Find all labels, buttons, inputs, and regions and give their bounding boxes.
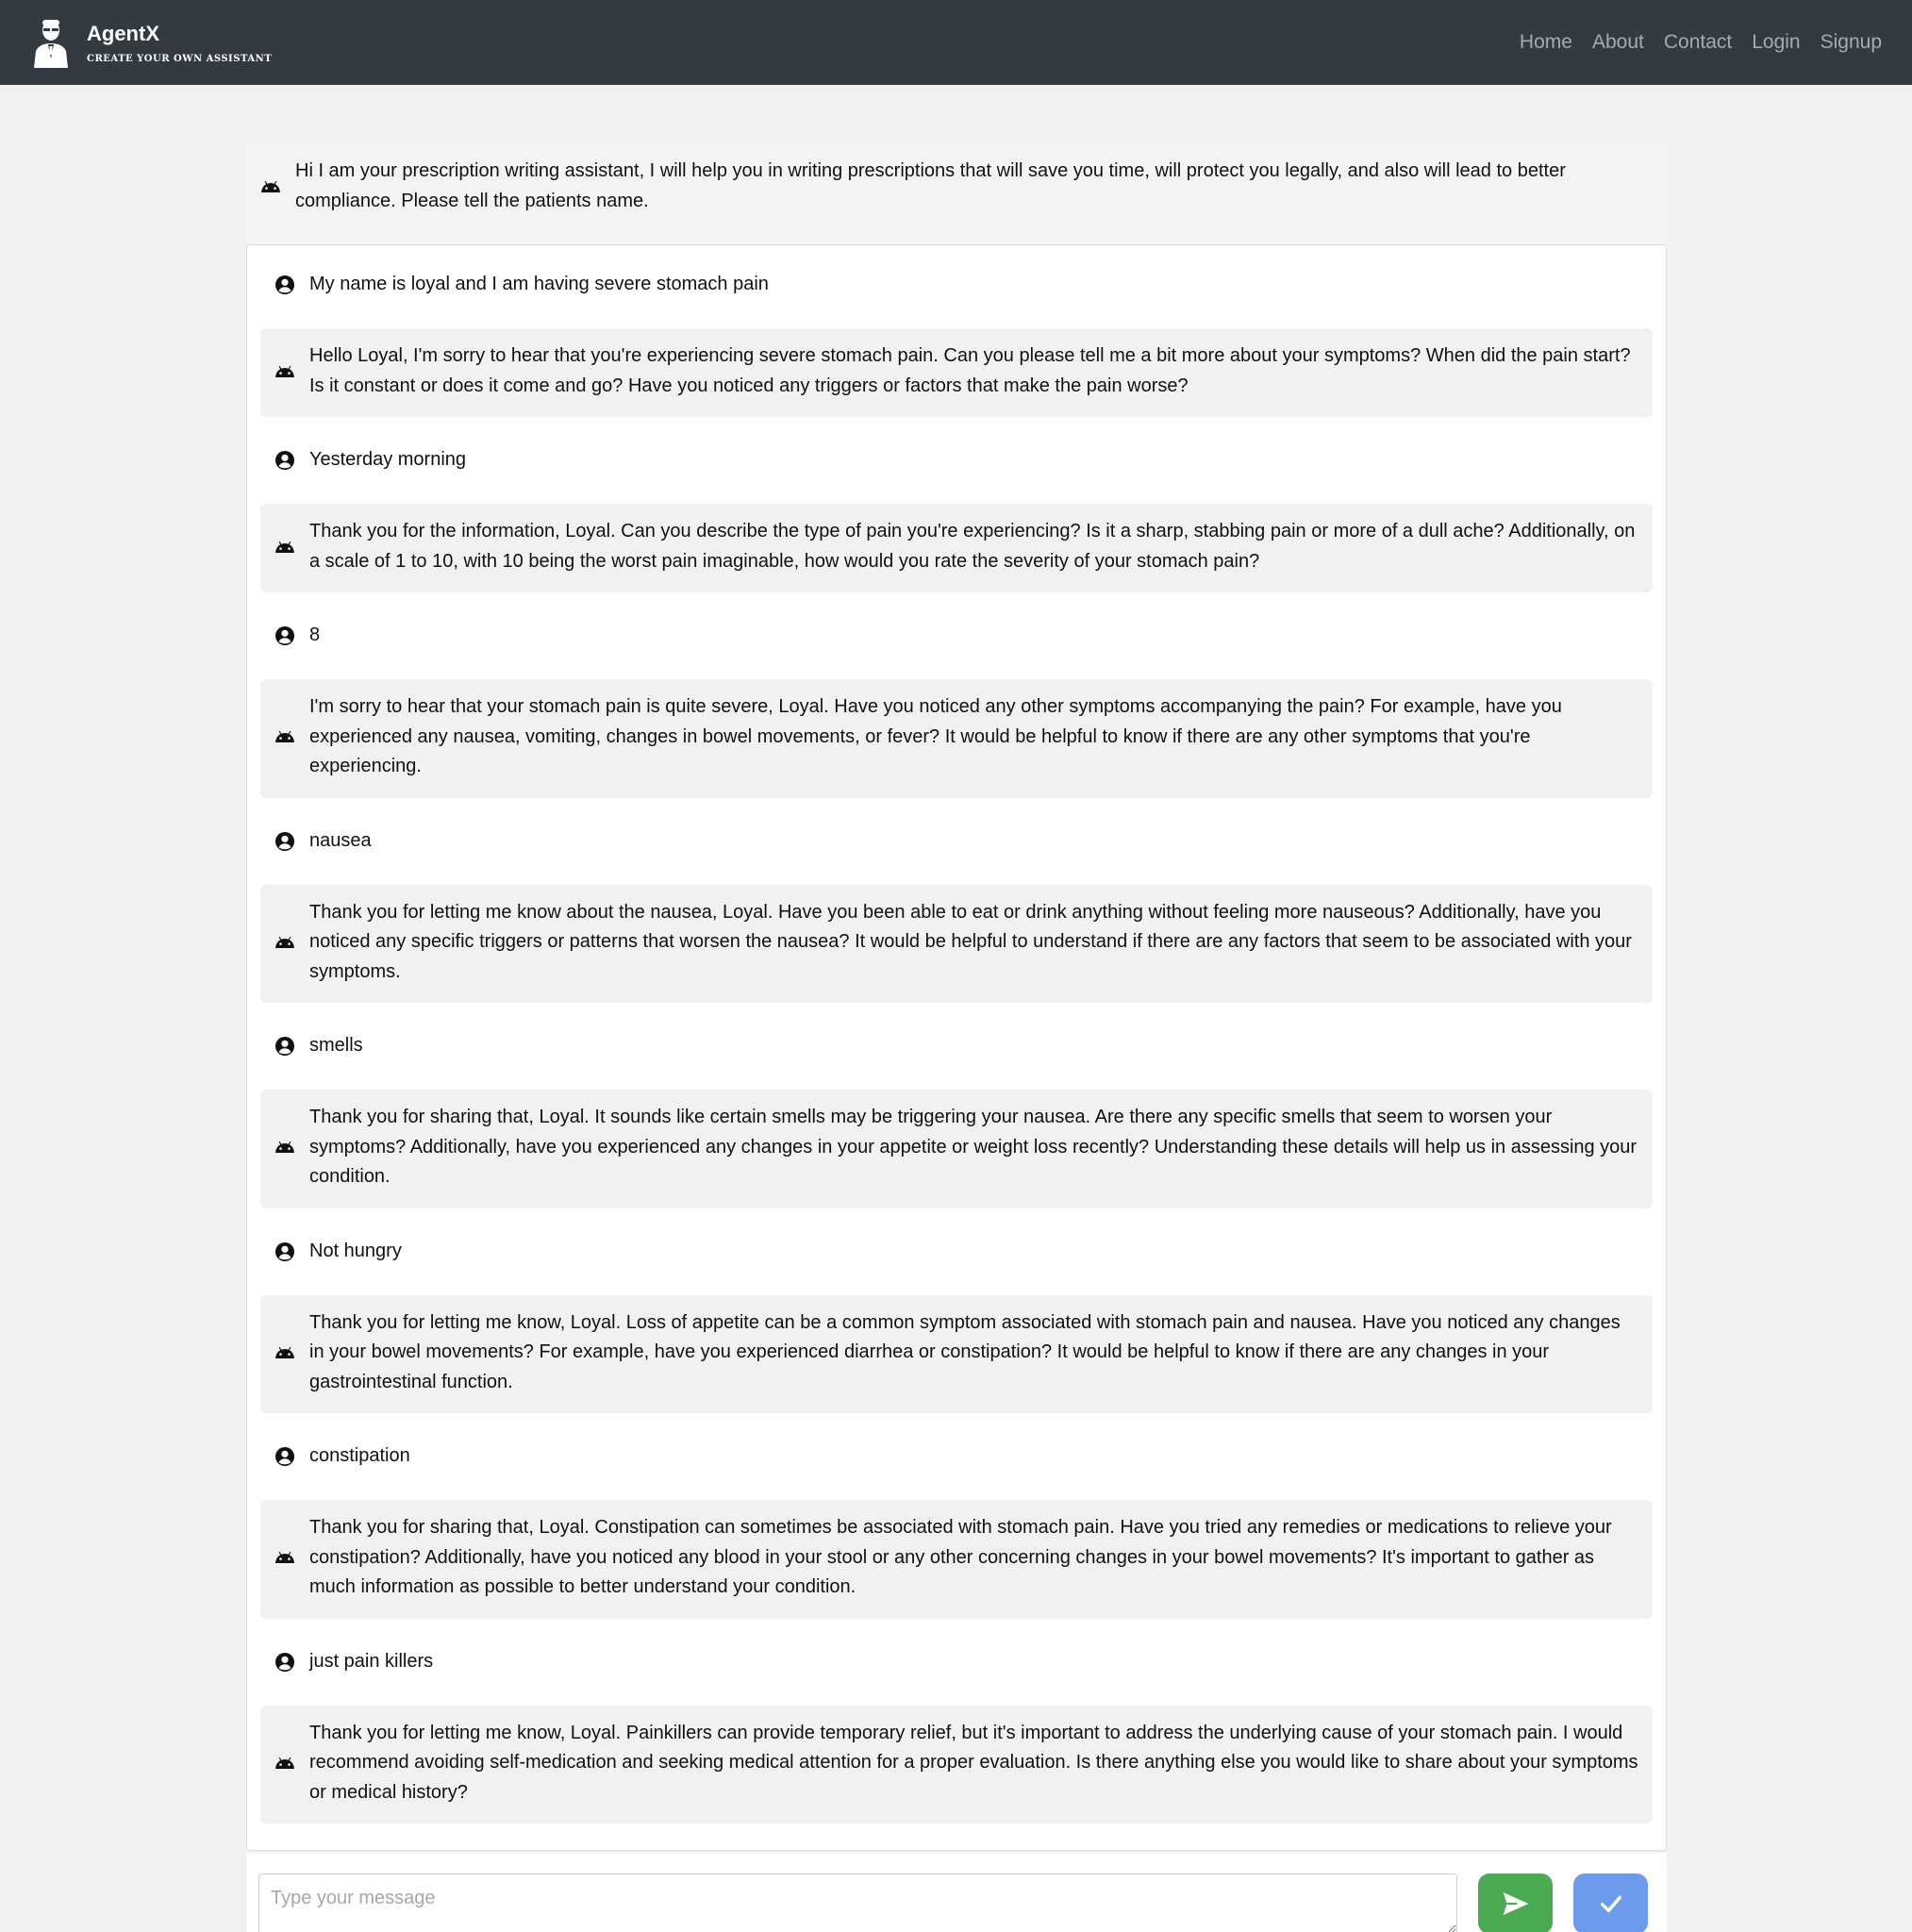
bot-message: I'm sorry to hear that your stomach pain…: [260, 679, 1653, 798]
user-circle-icon: [274, 1241, 296, 1263]
android-icon: [274, 725, 296, 748]
bot-message: Thank you for sharing that, Loyal. Const…: [260, 1500, 1653, 1619]
bot-message: Thank you for the information, Loyal. Ca…: [260, 504, 1653, 592]
message-text: Thank you for letting me know about the …: [309, 901, 1632, 982]
user-message: Not hungry: [260, 1225, 1653, 1278]
message-text: Thank you for sharing that, Loyal. It so…: [309, 1107, 1638, 1187]
message-text: just pain killers: [309, 1650, 434, 1672]
message-text: 8: [309, 625, 321, 646]
user-circle-icon: [274, 1035, 296, 1058]
bot-message: Thank you for letting me know, Loyal. Lo…: [260, 1294, 1653, 1413]
send-button[interactable]: [1478, 1874, 1553, 1932]
android-icon: [274, 360, 296, 383]
check-icon: [1600, 1895, 1621, 1913]
message-text: Thank you for sharing that, Loyal. Const…: [309, 1517, 1612, 1597]
intro-text: Hi I am your prescription writing assist…: [295, 160, 1566, 211]
user-circle-icon: [274, 449, 296, 472]
message-text: My name is loyal and I am having severe …: [309, 274, 769, 295]
user-message: smells: [260, 1020, 1653, 1073]
composer: [246, 1853, 1667, 1932]
message-text: nausea: [309, 829, 372, 851]
user-message: Yesterday morning: [260, 434, 1653, 487]
bot-message: Hello Loyal, I'm sorry to hear that you'…: [260, 328, 1653, 417]
android-icon: [274, 1341, 296, 1364]
user-circle-icon: [274, 1445, 296, 1468]
nav-link-signup[interactable]: Signup: [1821, 31, 1882, 54]
nav-links: Home About Contact Login Signup: [1520, 31, 1882, 54]
user-circle-icon: [274, 274, 296, 296]
bot-message: Thank you for letting me know about the …: [260, 884, 1653, 1003]
nav-link-contact[interactable]: Contact: [1664, 31, 1732, 54]
user-circle-icon: [274, 1651, 296, 1674]
android-icon: [274, 931, 296, 954]
user-message: nausea: [260, 815, 1653, 868]
intro-message: Hi I am your prescription writing assist…: [246, 138, 1667, 244]
android-icon: [274, 1752, 296, 1774]
message-text: Thank you for letting me know, Loyal. Pa…: [309, 1722, 1638, 1803]
user-message: just pain killers: [260, 1636, 1653, 1689]
navbar: AgentX CREATE YOUR OWN ASSISTANT Home Ab…: [0, 0, 1912, 85]
android-icon: [274, 1136, 296, 1158]
user-circle-icon: [274, 830, 296, 853]
chat-container: Hi I am your prescription writing assist…: [246, 138, 1667, 1932]
message-text: Thank you for the information, Loyal. Ca…: [309, 521, 1636, 572]
confirm-button[interactable]: [1573, 1874, 1648, 1932]
send-icon: [1503, 1892, 1528, 1915]
message-list[interactable]: My name is loyal and I am having severe …: [246, 244, 1667, 1851]
brand-name: AgentX: [87, 21, 159, 45]
nav-link-login[interactable]: Login: [1752, 31, 1800, 54]
android-icon: [274, 536, 296, 558]
message-text: constipation: [309, 1445, 410, 1467]
brand[interactable]: AgentX CREATE YOUR OWN ASSISTANT: [32, 17, 272, 68]
user-message: My name is loyal and I am having severe …: [260, 258, 1653, 311]
user-message: 8: [260, 609, 1653, 662]
agent-logo-icon: [34, 20, 68, 68]
message-text: Not hungry: [309, 1240, 402, 1261]
message-text: Thank you for letting me know, Loyal. Lo…: [309, 1311, 1621, 1392]
message-text: Hello Loyal, I'm sorry to hear that you'…: [309, 345, 1631, 396]
user-message: constipation: [260, 1430, 1653, 1483]
message-text: I'm sorry to hear that your stomach pain…: [309, 696, 1562, 776]
bot-message: Thank you for sharing that, Loyal. It so…: [260, 1090, 1653, 1208]
brand-tagline: CREATE YOUR OWN ASSISTANT: [87, 53, 273, 64]
user-circle-icon: [274, 625, 296, 647]
message-text: Yesterday morning: [309, 449, 467, 471]
message-input[interactable]: [258, 1874, 1457, 1932]
android-icon: [259, 175, 282, 198]
nav-link-about[interactable]: About: [1592, 31, 1644, 54]
bot-message: Thank you for letting me know, Loyal. Pa…: [260, 1705, 1653, 1824]
nav-link-home[interactable]: Home: [1520, 31, 1572, 54]
message-text: smells: [309, 1035, 363, 1057]
android-icon: [274, 1546, 296, 1569]
